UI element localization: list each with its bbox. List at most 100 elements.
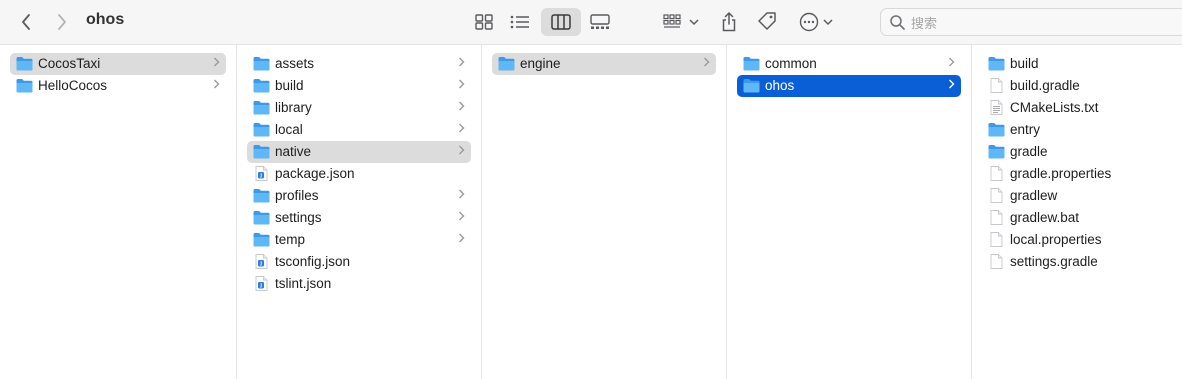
- item-label: assets: [275, 56, 315, 71]
- action-button[interactable]: [796, 8, 836, 36]
- json-file-icon: [253, 166, 270, 181]
- folder-row-library[interactable]: library: [247, 97, 471, 119]
- chevron-right-icon: [458, 100, 465, 115]
- search-input[interactable]: [909, 12, 1173, 34]
- folder-row-build[interactable]: build: [982, 53, 1171, 75]
- folder-row-build[interactable]: build: [247, 75, 471, 97]
- folder-icon: [253, 122, 270, 137]
- document-icon: [988, 210, 1005, 225]
- item-label: engine: [520, 56, 561, 71]
- icon-view-button[interactable]: [470, 8, 498, 36]
- folder-row-local[interactable]: local: [247, 119, 471, 141]
- column-4: common ohos: [727, 45, 972, 379]
- forward-button[interactable]: [50, 8, 74, 36]
- chevron-right-icon: [458, 188, 465, 203]
- folder-row-entry[interactable]: entry: [982, 119, 1171, 141]
- chevron-right-icon: [213, 56, 220, 71]
- share-button[interactable]: [716, 8, 742, 36]
- item-label: gradlew: [1010, 188, 1058, 203]
- item-label: native: [275, 144, 312, 159]
- file-row-gradlew-bat[interactable]: gradlew.bat: [982, 207, 1171, 229]
- list-view-button[interactable]: [506, 8, 534, 36]
- file-row-package-json[interactable]: package.json: [247, 163, 471, 185]
- folder-icon: [498, 56, 515, 71]
- folder-row-settings[interactable]: settings: [247, 207, 471, 229]
- item-label: build: [275, 78, 304, 93]
- folder-icon: [743, 56, 760, 71]
- folder-row-engine[interactable]: engine: [492, 53, 716, 75]
- document-icon: [988, 232, 1005, 247]
- folder-icon: [253, 56, 270, 71]
- chevron-right-icon: [948, 78, 955, 93]
- document-icon: [988, 166, 1005, 181]
- search-field: [880, 8, 1182, 36]
- item-label: gradle.properties: [1010, 166, 1112, 181]
- column-5: build build.gradle CMakeLists.txt entry grad…: [972, 45, 1182, 379]
- chevron-down-icon: [823, 19, 833, 26]
- chevron-right-icon: [458, 232, 465, 247]
- chevron-right-icon: [58, 14, 66, 30]
- file-row-gradle-properties[interactable]: gradle.properties: [982, 163, 1171, 185]
- chevron-right-icon: [213, 78, 220, 93]
- tags-button[interactable]: [754, 8, 780, 36]
- window-title: ohos: [86, 11, 125, 28]
- chevron-right-icon: [458, 144, 465, 159]
- chevron-left-icon: [22, 14, 30, 30]
- folder-row-native[interactable]: native: [247, 141, 471, 163]
- item-label: entry: [1010, 122, 1041, 137]
- file-row-build-gradle[interactable]: build.gradle: [982, 75, 1171, 97]
- item-label: package.json: [275, 166, 355, 181]
- chevron-right-icon: [703, 56, 710, 71]
- chevron-down-icon: [689, 19, 699, 26]
- file-row-tslint-json[interactable]: tslint.json: [247, 273, 471, 295]
- folder-row-common[interactable]: common: [737, 53, 961, 75]
- folder-icon: [253, 188, 270, 203]
- file-row-tsconfig-json[interactable]: tsconfig.json: [247, 251, 471, 273]
- folder-row-temp[interactable]: temp: [247, 229, 471, 251]
- folder-icon: [16, 78, 33, 93]
- folder-icon: [253, 232, 270, 247]
- text-document-icon: [988, 100, 1005, 115]
- file-row-cmakelists-txt[interactable]: CMakeLists.txt: [982, 97, 1171, 119]
- toolbar: ohos: [0, 0, 1182, 45]
- gallery-icon: [590, 14, 610, 29]
- item-label: ohos: [765, 78, 795, 93]
- item-label: profiles: [275, 188, 319, 203]
- column-view-button[interactable]: [541, 8, 581, 36]
- folder-row-gradle[interactable]: gradle: [982, 141, 1171, 163]
- chevron-right-icon: [948, 56, 955, 71]
- item-label: gradle: [1010, 144, 1048, 159]
- item-label: HelloCocos: [38, 78, 108, 93]
- json-file-icon: [253, 254, 270, 269]
- item-label: settings.gradle: [1010, 254, 1098, 269]
- ellipsis-circle-icon: [799, 12, 819, 32]
- columns-icon: [551, 14, 571, 30]
- folder-icon: [988, 56, 1005, 71]
- item-label: library: [275, 100, 312, 115]
- item-label: tsconfig.json: [275, 254, 351, 269]
- item-label: build: [1010, 56, 1039, 71]
- group-grid-icon: [663, 14, 681, 28]
- grid-icon: [475, 14, 493, 30]
- folder-row-cocostaxi[interactable]: CocosTaxi: [10, 53, 226, 75]
- item-label: local: [275, 122, 303, 137]
- list-icon: [510, 15, 529, 29]
- folder-icon: [743, 78, 760, 93]
- gallery-view-button[interactable]: [586, 8, 614, 36]
- document-icon: [988, 188, 1005, 203]
- file-row-local-properties[interactable]: local.properties: [982, 229, 1171, 251]
- column-1: CocosTaxi HelloCocos: [0, 45, 237, 379]
- back-button[interactable]: [14, 8, 38, 36]
- column-3: engine: [482, 45, 727, 379]
- file-row-gradlew[interactable]: gradlew: [982, 185, 1171, 207]
- folder-row-assets[interactable]: assets: [247, 53, 471, 75]
- folder-icon: [253, 78, 270, 93]
- folder-row-ohos[interactable]: ohos: [737, 75, 961, 97]
- folder-row-profiles[interactable]: profiles: [247, 185, 471, 207]
- item-label: CMakeLists.txt: [1010, 100, 1099, 115]
- group-button[interactable]: [660, 8, 702, 36]
- folder-row-hellococos[interactable]: HelloCocos: [10, 75, 226, 97]
- file-row-settings-gradle[interactable]: settings.gradle: [982, 251, 1171, 273]
- folder-icon: [253, 210, 270, 225]
- folder-icon: [988, 144, 1005, 159]
